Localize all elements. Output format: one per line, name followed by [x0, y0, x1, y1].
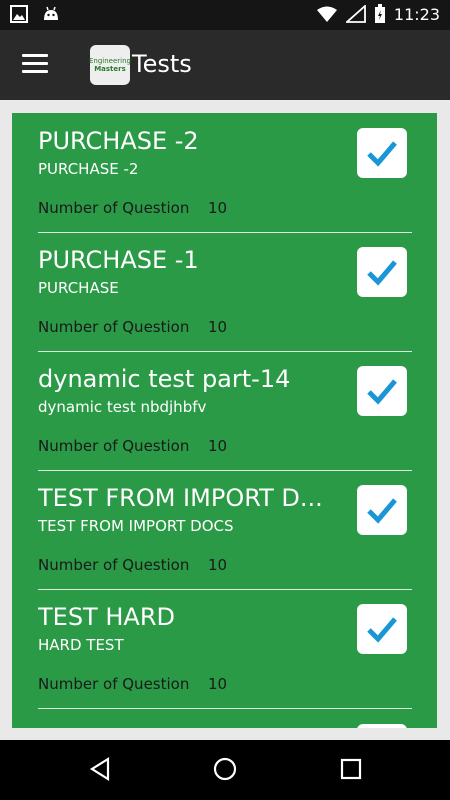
signal-icon: [345, 5, 366, 23]
checkmark-icon: [367, 498, 397, 524]
home-icon[interactable]: [213, 757, 237, 781]
checkmark-icon: [367, 379, 397, 405]
back-icon[interactable]: [88, 757, 112, 781]
test-item[interactable]: PURCHASE -2 PURCHASE -2 Number of Questi…: [38, 113, 412, 233]
question-count-value: 10: [208, 318, 228, 336]
test-checkbox[interactable]: [357, 485, 407, 535]
test-item[interactable]: TEST FROM IMPORT D... TEST FROM IMPORT D…: [38, 470, 412, 590]
test-subtitle: TEST FROM IMPORT DOCS: [38, 517, 234, 535]
test-subtitle: PURCHASE -2: [38, 160, 139, 178]
test-name: PURCHASE -2: [38, 127, 199, 155]
checkmark-icon: [367, 260, 397, 286]
status-time: 11:23: [393, 4, 440, 24]
app-bar: Engineering Masters Tests: [0, 30, 450, 100]
test-checkbox[interactable]: [357, 366, 407, 416]
logo-line-2: Masters: [94, 65, 126, 73]
test-subtitle: PURCHASE: [38, 279, 119, 297]
test-name: PURCHASE -1: [38, 246, 199, 274]
test-name: dynamic test part-14: [38, 365, 291, 393]
battery-icon: [374, 4, 385, 23]
test-subtitle: dynamic test nbdjhbfv: [38, 398, 207, 416]
android-icon: [44, 6, 58, 20]
image-icon: [10, 5, 28, 23]
wifi-icon: [316, 6, 337, 22]
question-count-value: 10: [208, 199, 228, 217]
checkmark-icon: [367, 141, 397, 167]
test-item[interactable]: TEST HARD HARD TEST Number of Question 1…: [38, 589, 412, 709]
menu-icon[interactable]: [22, 54, 48, 74]
test-checkbox[interactable]: [357, 247, 407, 297]
page-title: Tests: [132, 50, 192, 78]
question-count-label: Number of Question: [38, 437, 190, 455]
checkmark-icon: [367, 617, 397, 643]
test-checkbox[interactable]: [357, 128, 407, 178]
test-checkbox-partial[interactable]: [357, 724, 407, 728]
status-bar: 11:23: [0, 0, 450, 30]
test-item[interactable]: PURCHASE -1 PURCHASE Number of Question …: [38, 232, 412, 352]
logo-line-1: Engineering: [89, 57, 131, 65]
test-checkbox[interactable]: [357, 604, 407, 654]
question-count-label: Number of Question: [38, 556, 190, 574]
recents-icon[interactable]: [339, 757, 363, 781]
test-name: TEST FROM IMPORT D...: [38, 484, 323, 512]
question-count-label: Number of Question: [38, 318, 190, 336]
test-item[interactable]: dynamic test part-14 dynamic test nbdjhb…: [38, 351, 412, 471]
navigation-bar: [0, 740, 450, 800]
test-name: TEST HARD: [38, 603, 175, 631]
question-count-label: Number of Question: [38, 199, 190, 217]
app-logo: Engineering Masters: [89, 45, 131, 85]
question-count-value: 10: [208, 556, 228, 574]
test-list: PURCHASE -2 PURCHASE -2 Number of Questi…: [12, 113, 437, 728]
test-subtitle: HARD TEST: [38, 636, 124, 654]
question-count-value: 10: [208, 437, 228, 455]
question-count-label: Number of Question: [38, 675, 190, 693]
question-count-value: 10: [208, 675, 228, 693]
